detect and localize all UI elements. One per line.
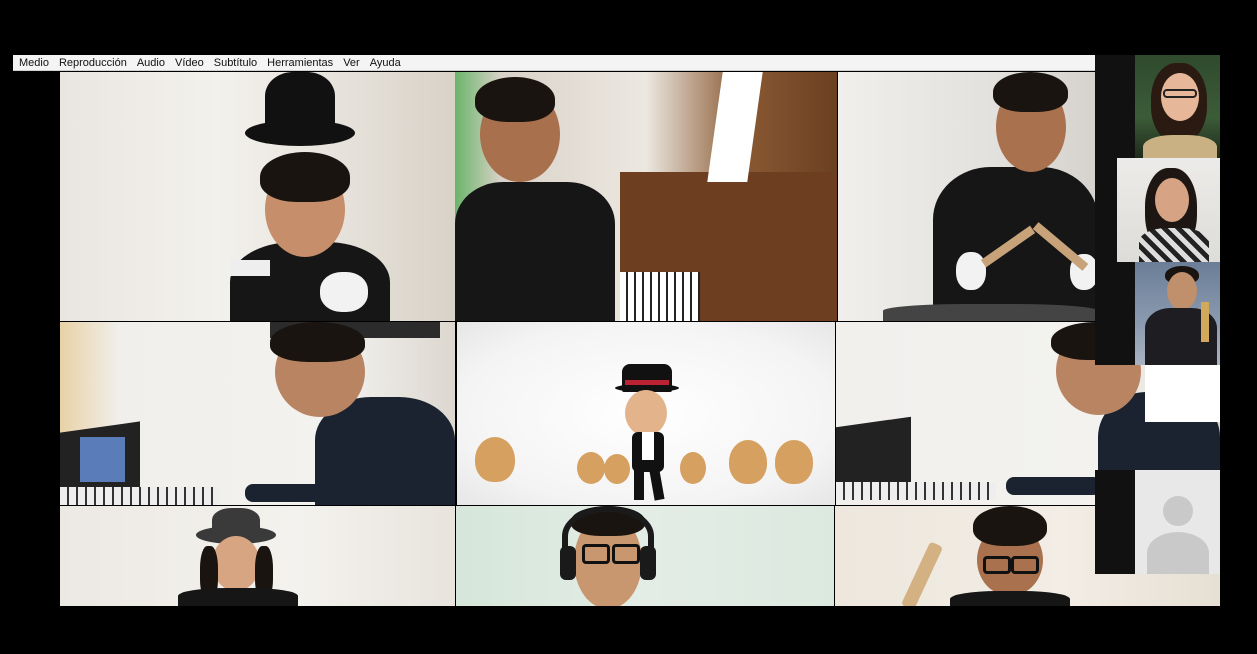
video-tile-boy-with-drumsticks bbox=[838, 72, 1095, 321]
video-tile-boy-at-piano bbox=[455, 72, 837, 321]
menu-medio[interactable]: Medio bbox=[19, 55, 49, 71]
menu-audio[interactable]: Audio bbox=[137, 55, 165, 71]
menu-herramientas[interactable]: Herramientas bbox=[267, 55, 333, 71]
sidebar-tile-man-in-suit bbox=[1135, 262, 1220, 365]
menu-ayuda[interactable]: Ayuda bbox=[370, 55, 401, 71]
menu-video[interactable]: Vídeo bbox=[175, 55, 204, 71]
menu-bar: Medio Reproducción Audio Vídeo Subtítulo… bbox=[13, 55, 1095, 71]
video-tile-animated-dancer bbox=[457, 322, 835, 505]
menu-subtitulo[interactable]: Subtítulo bbox=[214, 55, 257, 71]
video-tile-teen-at-keyboard bbox=[60, 322, 455, 505]
sidebar-tile-woman-with-glasses bbox=[1135, 55, 1220, 158]
avatar-head-icon bbox=[1163, 496, 1193, 526]
video-tile-girl-with-hat-2 bbox=[60, 506, 455, 606]
sidebar-panel-lower bbox=[1095, 470, 1135, 574]
menu-reproduccion[interactable]: Reproducción bbox=[59, 55, 127, 71]
menu-ver[interactable]: Ver bbox=[343, 55, 360, 71]
sidebar-tile-white-block bbox=[1145, 365, 1220, 422]
avatar-body-icon bbox=[1147, 532, 1209, 574]
video-tile-boy-with-headphones bbox=[456, 506, 834, 606]
video-tile-girl-with-hat bbox=[60, 72, 455, 321]
sidebar-tile-woman-singer bbox=[1117, 158, 1220, 262]
sidebar-tile-default-avatar bbox=[1135, 470, 1220, 574]
